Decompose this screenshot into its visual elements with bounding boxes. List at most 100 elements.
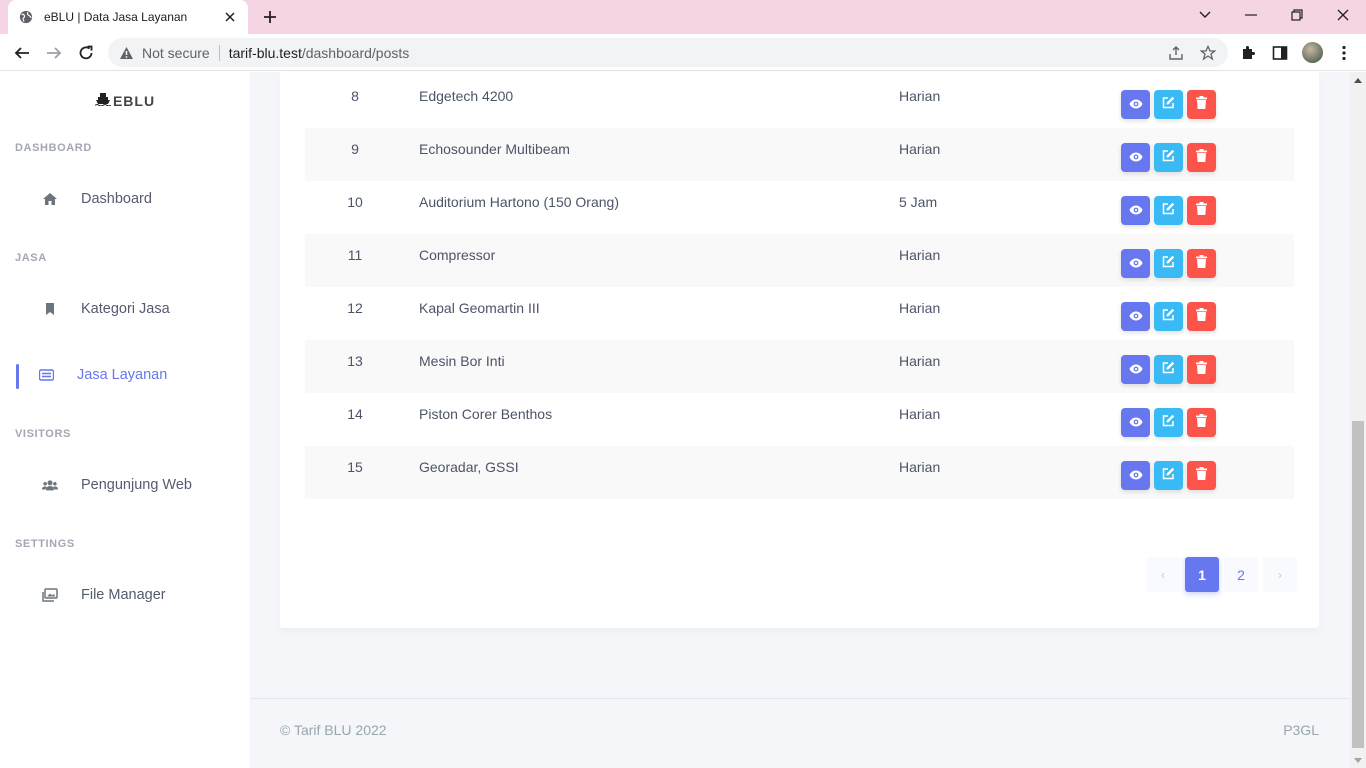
nav-heading-visitors: VISITORS (15, 428, 71, 440)
data-card: 8 Edgetech 4200 Harian 9 Echosounder Multibe… (280, 72, 1319, 628)
page-scrollbar[interactable] (1350, 72, 1366, 768)
brand-logo[interactable]: EBLU (0, 92, 250, 109)
table-row: 9 Echosounder Multibeam Harian (305, 128, 1294, 181)
trash-icon (1196, 413, 1207, 432)
delete-button[interactable] (1187, 461, 1216, 490)
tab-title: eBLU | Data Jasa Layanan (44, 10, 188, 24)
edit-button[interactable] (1154, 249, 1183, 278)
browser-tab[interactable]: eBLU | Data Jasa Layanan (8, 0, 248, 34)
pagination-page-1[interactable]: 1 (1185, 557, 1219, 592)
row-number: 11 (347, 247, 363, 263)
pagination: ‹ 1 2 › (1146, 557, 1297, 592)
url-text[interactable]: tarif-blu.test/dashboard/posts (229, 45, 410, 61)
table-row: 14 Piston Corer Benthos Harian (305, 393, 1294, 446)
edit-button[interactable] (1154, 461, 1183, 490)
more-menu-icon[interactable] (1334, 43, 1354, 63)
edit-button[interactable] (1154, 355, 1183, 384)
eye-icon (1129, 149, 1143, 167)
delete-button[interactable] (1187, 143, 1216, 172)
row-actions (1121, 143, 1216, 172)
sidebar-item-jasa-layanan[interactable]: Jasa Layanan (0, 355, 250, 395)
tab-search-chevron-icon[interactable] (1182, 0, 1228, 30)
forward-icon[interactable] (40, 39, 68, 67)
bookmark-icon (42, 301, 58, 317)
view-button[interactable] (1121, 355, 1150, 384)
extensions-icon[interactable] (1238, 43, 1258, 63)
minimize-icon[interactable] (1228, 0, 1274, 30)
new-tab-icon[interactable] (258, 6, 282, 28)
scrollbar-thumb[interactable] (1352, 421, 1364, 748)
view-button[interactable] (1121, 408, 1150, 437)
service-name: Edgetech 4200 (419, 88, 514, 104)
sidebar-item-pengunjung-web[interactable]: Pengunjung Web (0, 465, 250, 505)
pagination-next[interactable]: › (1263, 557, 1297, 592)
row-actions (1121, 90, 1216, 119)
home-icon (42, 191, 58, 207)
delete-button[interactable] (1187, 90, 1216, 119)
edit-icon (1162, 255, 1175, 273)
edit-button[interactable] (1154, 302, 1183, 331)
view-button[interactable] (1121, 461, 1150, 490)
service-name: Georadar, GSSI (419, 459, 519, 475)
restore-icon[interactable] (1274, 0, 1320, 30)
row-actions (1121, 355, 1216, 384)
profile-avatar[interactable] (1302, 42, 1323, 63)
close-tab-icon[interactable] (222, 9, 238, 25)
sidebar-item-file-manager[interactable]: File Manager (0, 575, 250, 615)
sidebar-item-kategori-jasa[interactable]: Kategori Jasa (0, 289, 250, 329)
edit-button[interactable] (1154, 143, 1183, 172)
delete-button[interactable] (1187, 196, 1216, 225)
footer-credit: P3GL (1283, 722, 1319, 738)
close-window-icon[interactable] (1320, 0, 1366, 30)
row-number: 14 (347, 406, 363, 422)
bookmark-star-icon[interactable] (1200, 45, 1216, 61)
delete-button[interactable] (1187, 249, 1216, 278)
scroll-down-arrow-icon[interactable] (1350, 752, 1366, 768)
service-unit: Harian (899, 88, 941, 104)
main-content: 8 Edgetech 4200 Harian 9 Echosounder Multibe… (250, 72, 1350, 768)
trash-icon (1196, 95, 1207, 114)
reload-icon[interactable] (72, 39, 100, 67)
security-status[interactable]: Not secure (142, 45, 210, 61)
table-row: 13 Mesin Bor Inti Harian (305, 340, 1294, 393)
back-icon[interactable] (8, 39, 36, 67)
edit-button[interactable] (1154, 196, 1183, 225)
side-panel-icon[interactable] (1270, 43, 1290, 63)
sidebar-item-dashboard[interactable]: Dashboard (0, 179, 250, 219)
delete-button[interactable] (1187, 302, 1216, 331)
view-button[interactable] (1121, 143, 1150, 172)
share-icon[interactable] (1168, 45, 1184, 61)
ship-icon (94, 92, 112, 109)
service-name: Compressor (419, 247, 496, 263)
eye-icon (1129, 202, 1143, 220)
trash-icon (1196, 201, 1207, 220)
edit-icon (1162, 467, 1175, 485)
edit-button[interactable] (1154, 90, 1183, 119)
delete-button[interactable] (1187, 355, 1216, 384)
service-unit: Harian (899, 300, 941, 316)
view-button[interactable] (1121, 196, 1150, 225)
pagination-prev[interactable]: ‹ (1146, 557, 1180, 592)
service-name: Auditorium Hartono (150 Orang) (419, 194, 619, 210)
trash-icon (1196, 466, 1207, 485)
view-button[interactable] (1121, 249, 1150, 278)
warning-icon[interactable] (118, 45, 134, 61)
edit-button[interactable] (1154, 408, 1183, 437)
view-button[interactable] (1121, 302, 1150, 331)
row-actions (1121, 461, 1216, 490)
address-bar[interactable]: Not secure tarif-blu.test/dashboard/post… (108, 38, 1228, 67)
services-table: 8 Edgetech 4200 Harian 9 Echosounder Multibe… (305, 75, 1294, 499)
trash-icon (1196, 307, 1207, 326)
eye-icon (1129, 414, 1143, 432)
service-unit: 5 Jam (899, 194, 938, 210)
table-row: 15 Georadar, GSSI Harian (305, 446, 1294, 499)
eye-icon (1129, 255, 1143, 273)
view-button[interactable] (1121, 90, 1150, 119)
sidebar-item-label: Dashboard (81, 191, 152, 207)
url-path: /dashboard/posts (301, 44, 410, 61)
scroll-up-arrow-icon[interactable] (1350, 72, 1366, 88)
delete-button[interactable] (1187, 408, 1216, 437)
service-name: Kapal Geomartin III (419, 300, 540, 316)
service-name: Echosounder Multibeam (419, 141, 570, 157)
pagination-page-2[interactable]: 2 (1224, 557, 1258, 592)
